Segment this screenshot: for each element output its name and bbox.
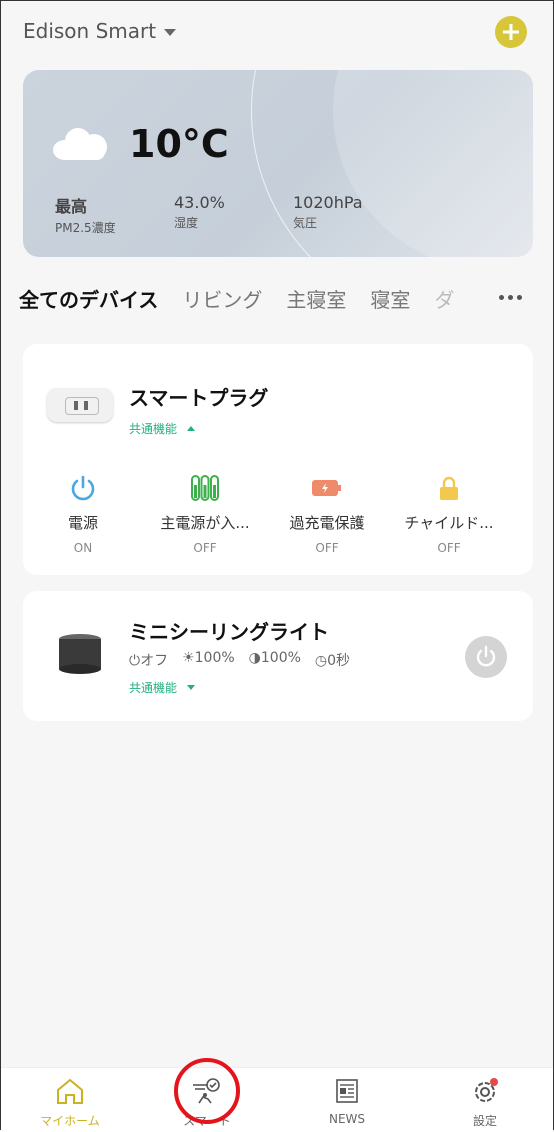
chevron-up-icon bbox=[187, 426, 196, 431]
battery-icon bbox=[267, 472, 387, 504]
nav-settings[interactable]: 設定 bbox=[440, 1076, 530, 1129]
tab-bedroom[interactable]: 寝室 bbox=[370, 284, 410, 313]
chevron-down-icon bbox=[187, 685, 196, 690]
temperature: 10°C bbox=[129, 122, 229, 166]
more-icon[interactable] bbox=[499, 295, 522, 300]
room-tabs: 全てのデバイス リビング 主寝室 寝室 ダ bbox=[19, 284, 454, 313]
function-power[interactable]: 電源 ON bbox=[23, 472, 143, 555]
common-functions-toggle[interactable]: 共通機能 bbox=[129, 420, 196, 437]
tab-partial[interactable]: ダ bbox=[434, 284, 454, 313]
nav-my-home[interactable]: マイホーム bbox=[25, 1076, 115, 1129]
lock-icon bbox=[389, 472, 509, 504]
function-overcharge[interactable]: 過充電保護 OFF bbox=[267, 472, 387, 555]
common-functions-toggle[interactable]: 共通機能 bbox=[129, 679, 196, 696]
status-timer: ◷0秒 bbox=[314, 653, 351, 669]
home-name: Edison Smart bbox=[23, 19, 157, 43]
power-button[interactable] bbox=[465, 636, 507, 678]
smart-plug-image bbox=[47, 388, 113, 422]
status-color-temp: ◑100% bbox=[248, 650, 301, 666]
home-selector[interactable]: Edison Smart bbox=[23, 19, 177, 43]
highlight-circle bbox=[174, 1058, 240, 1124]
weather-stat-humidity: 43.0% 湿度 bbox=[174, 193, 225, 230]
switches-icon bbox=[145, 472, 265, 504]
function-child-lock[interactable]: チャイルド... OFF bbox=[389, 472, 509, 555]
power-icon bbox=[476, 645, 496, 667]
status-brightness: ☀100% bbox=[182, 650, 235, 666]
tab-all-devices[interactable]: 全てのデバイス bbox=[19, 284, 158, 313]
home-icon bbox=[25, 1076, 115, 1106]
device-card-ceiling-light[interactable]: ミニシーリングライト ⏻オフ ☀100% ◑100% ◷0秒 共通機能 bbox=[23, 591, 533, 721]
chevron-down-icon bbox=[164, 28, 177, 36]
weather-card[interactable]: 10°C 最高 PM2.5濃度 43.0% 湿度 1020hPa 気圧 bbox=[23, 70, 533, 257]
function-main-power[interactable]: 主電源が入... OFF bbox=[145, 472, 265, 555]
device-card-smart-plug[interactable]: スマートプラグ 共通機能 電源 ON 主電源が入... OFF 過充電保護 OF… bbox=[23, 344, 533, 575]
newspaper-icon bbox=[302, 1076, 392, 1106]
device-status-line: ⏻オフ ☀100% ◑100% ◷0秒 bbox=[129, 650, 350, 670]
power-icon bbox=[23, 472, 143, 504]
add-device-button[interactable] bbox=[495, 16, 527, 48]
weather-stat-pm25: 最高 PM2.5濃度 bbox=[55, 197, 116, 235]
device-name: ミニシーリングライト bbox=[129, 620, 329, 644]
weather-stat-pressure: 1020hPa 気圧 bbox=[293, 193, 363, 230]
status-power: ⏻オフ bbox=[129, 653, 169, 669]
gear-icon bbox=[440, 1076, 530, 1106]
device-name: スマートプラグ bbox=[129, 386, 269, 410]
top-bar: Edison Smart bbox=[1, 1, 553, 63]
cloud-icon bbox=[53, 126, 109, 160]
ceiling-light-image bbox=[57, 633, 103, 675]
tab-master-bedroom[interactable]: 主寝室 bbox=[286, 284, 346, 313]
nav-news[interactable]: NEWS bbox=[302, 1076, 392, 1126]
tab-living[interactable]: リビング bbox=[182, 284, 262, 313]
bottom-nav: マイホーム スマート NEWS 設定 bbox=[1, 1067, 553, 1132]
